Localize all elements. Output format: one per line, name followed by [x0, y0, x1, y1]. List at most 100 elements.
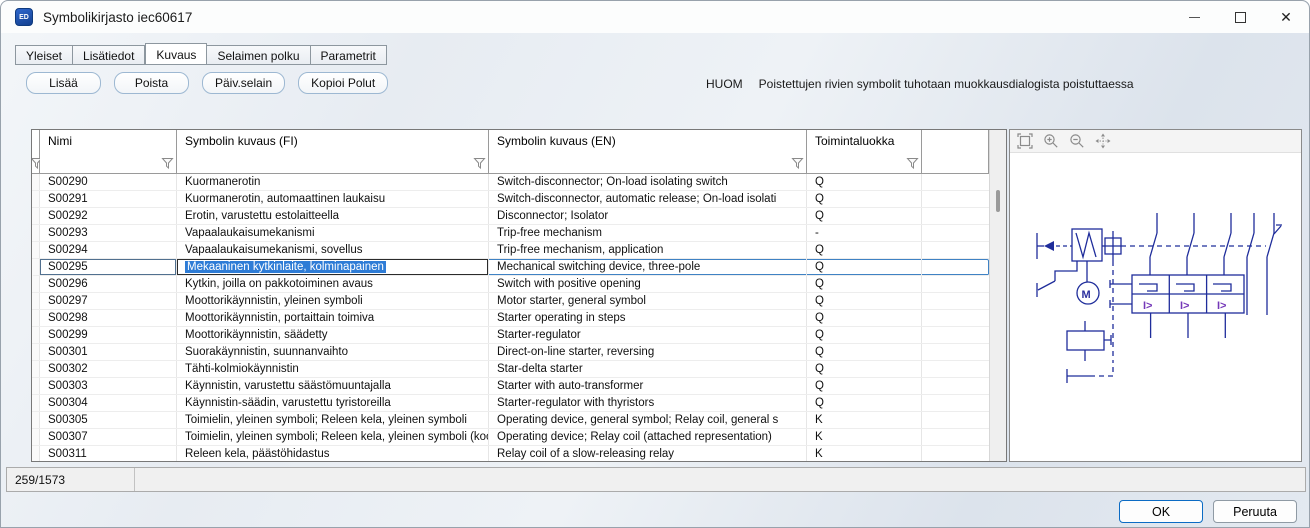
table-row[interactable]: S00302Tähti-kolmiokäynnistinStar-delta s… — [32, 361, 989, 378]
cell-description-en[interactable]: Switch with positive opening — [489, 276, 807, 292]
cell-description-en[interactable]: Mechanical switching device, three-pole — [489, 259, 807, 275]
table-row[interactable]: S00292Erotin, varustettu estolaitteellaD… — [32, 208, 989, 225]
row-header-cell[interactable] — [32, 344, 40, 360]
cell-description-fi[interactable]: Mekaaninen kytkinlaite, kolminapainen — [177, 259, 489, 275]
zoom-extents-button[interactable] — [1016, 133, 1033, 150]
cell-name[interactable]: S00294 — [40, 242, 177, 258]
cell-name[interactable]: S00307 — [40, 429, 177, 445]
row-header-cell[interactable] — [32, 310, 40, 326]
cell-name[interactable]: S00302 — [40, 361, 177, 377]
row-header-cell[interactable] — [32, 395, 40, 411]
cell-class[interactable]: Q — [807, 310, 922, 326]
scrollbar-thumb[interactable] — [996, 190, 1000, 212]
column-header-toimintaluokka[interactable]: Toimintaluokka — [807, 130, 922, 152]
cell-class[interactable]: Q — [807, 395, 922, 411]
row-header-cell[interactable] — [32, 412, 40, 428]
cell-name[interactable]: S00296 — [40, 276, 177, 292]
table-row[interactable]: S00294Vapaalaukaisumekanismi, sovellusTr… — [32, 242, 989, 259]
table-row[interactable]: S00299Moottorikäynnistin, säädettyStarte… — [32, 327, 989, 344]
cell-class[interactable]: K — [807, 446, 922, 461]
row-header-cell[interactable] — [32, 429, 40, 445]
cell-description-fi[interactable]: Suorakäynnistin, suunnanvaihto — [177, 344, 489, 360]
poista-button[interactable]: Poista — [114, 72, 189, 94]
cell-name[interactable]: S00304 — [40, 395, 177, 411]
cell-description-en[interactable]: Operating device, general symbol; Relay … — [489, 412, 807, 428]
row-header-cell[interactable] — [32, 361, 40, 377]
cell-description-fi[interactable]: Vapaalaukaisumekanismi — [177, 225, 489, 241]
cell-class[interactable]: K — [807, 429, 922, 445]
tab-selaimen-polku[interactable]: Selaimen polku — [207, 45, 310, 65]
cell-name[interactable]: S00311 — [40, 446, 177, 461]
filter-input-symbolin-kuvaus-fi[interactable] — [177, 152, 489, 173]
column-header-symbolin-kuvaus-en[interactable]: Symbolin kuvaus (EN) — [489, 130, 807, 152]
table-row[interactable]: S00296Kytkin, joilla on pakkotoiminen av… — [32, 276, 989, 293]
filter-input-nimi[interactable] — [40, 152, 177, 173]
tab-parametrit[interactable]: Parametrit — [311, 45, 387, 65]
row-header-cell[interactable] — [32, 208, 40, 224]
zoom-in-button[interactable] — [1042, 133, 1059, 150]
cell-class[interactable]: Q — [807, 259, 922, 275]
cell-description-fi[interactable]: Moottorikäynnistin, säädetty — [177, 327, 489, 343]
cell-description-en[interactable]: Switch-disconnector, automatic release; … — [489, 191, 807, 207]
close-button[interactable]: ✕ — [1263, 1, 1309, 33]
cell-class[interactable]: Q — [807, 378, 922, 394]
table-scrollbar[interactable] — [989, 130, 1006, 461]
cell-name[interactable]: S00292 — [40, 208, 177, 224]
cell-description-fi[interactable]: Moottorikäynnistin, yleinen symboli — [177, 293, 489, 309]
cell-description-en[interactable]: Disconnector; Isolator — [489, 208, 807, 224]
row-header-cell[interactable] — [32, 327, 40, 343]
kopioi-polut-button[interactable]: Kopioi Polut — [298, 72, 388, 94]
cell-class[interactable]: Q — [807, 191, 922, 207]
cell-description-fi[interactable]: Käynnistin-säädin, varustettu tyristorei… — [177, 395, 489, 411]
cell-name[interactable]: S00291 — [40, 191, 177, 207]
cell-description-en[interactable]: Starter operating in steps — [489, 310, 807, 326]
filter-corner[interactable] — [32, 152, 40, 173]
row-header-cell[interactable] — [32, 446, 40, 461]
cell-description-en[interactable]: Starter with auto-transformer — [489, 378, 807, 394]
table-row[interactable]: S00307Toimielin, yleinen symboli; Releen… — [32, 429, 989, 446]
table-row[interactable]: S00311Releen kela, päästöhidastusRelay c… — [32, 446, 989, 461]
cell-name[interactable]: S00293 — [40, 225, 177, 241]
table-row[interactable]: S00297Moottorikäynnistin, yleinen symbol… — [32, 293, 989, 310]
ok-button[interactable]: OK — [1119, 500, 1203, 523]
cell-description-en[interactable]: Starter-regulator with thyristors — [489, 395, 807, 411]
cell-name[interactable]: S00305 — [40, 412, 177, 428]
cell-class[interactable]: Q — [807, 327, 922, 343]
cell-description-fi[interactable]: Toimielin, yleinen symboli; Releen kela,… — [177, 412, 489, 428]
cell-class[interactable]: K — [807, 412, 922, 428]
cell-class[interactable]: Q — [807, 276, 922, 292]
row-header-cell[interactable] — [32, 225, 40, 241]
cell-class[interactable]: Q — [807, 361, 922, 377]
cell-description-fi[interactable]: Kuormanerotin, automaattinen laukaisu — [177, 191, 489, 207]
lis-button[interactable]: Lisää — [26, 72, 101, 94]
cell-description-fi[interactable]: Kuormanerotin — [177, 174, 489, 190]
p-iv-selain-button[interactable]: Päiv.selain — [202, 72, 285, 94]
table-row[interactable]: S00305Toimielin, yleinen symboli; Releen… — [32, 412, 989, 429]
cell-class[interactable]: Q — [807, 174, 922, 190]
cell-class[interactable]: - — [807, 225, 922, 241]
cell-description-fi[interactable]: Tähti-kolmiokäynnistin — [177, 361, 489, 377]
cell-description-fi[interactable]: Käynnistin, varustettu säästömuuntajalla — [177, 378, 489, 394]
table-row[interactable]: S00301Suorakäynnistin, suunnanvaihtoDire… — [32, 344, 989, 361]
row-header-cell[interactable] — [32, 174, 40, 190]
row-header-cell[interactable] — [32, 191, 40, 207]
cell-name[interactable]: S00290 — [40, 174, 177, 190]
cell-description-en[interactable]: Starter-regulator — [489, 327, 807, 343]
cell-description-fi[interactable]: Kytkin, joilla on pakkotoiminen avaus — [177, 276, 489, 292]
zoom-out-button[interactable] — [1068, 133, 1085, 150]
filter-input-symbolin-kuvaus-en[interactable] — [489, 152, 807, 173]
cell-class[interactable]: Q — [807, 293, 922, 309]
table-row[interactable]: S00290KuormanerotinSwitch-disconnector; … — [32, 174, 989, 191]
maximize-button[interactable] — [1217, 1, 1263, 33]
cell-description-en[interactable]: Operating device; Relay coil (attached r… — [489, 429, 807, 445]
table-row[interactable]: S00304Käynnistin-säädin, varustettu tyri… — [32, 395, 989, 412]
cell-description-en[interactable]: Relay coil of a slow-releasing relay — [489, 446, 807, 461]
row-header-cell[interactable] — [32, 259, 40, 275]
table-row[interactable]: S00295Mekaaninen kytkinlaite, kolminapai… — [32, 259, 989, 276]
row-header-cell[interactable] — [32, 242, 40, 258]
cell-class[interactable]: Q — [807, 242, 922, 258]
cell-name[interactable]: S00295 — [40, 259, 177, 275]
pan-button[interactable] — [1094, 133, 1111, 150]
preview-canvas[interactable]: I> I> I> M — [1010, 153, 1301, 461]
column-header-nimi[interactable]: Nimi — [40, 130, 177, 152]
